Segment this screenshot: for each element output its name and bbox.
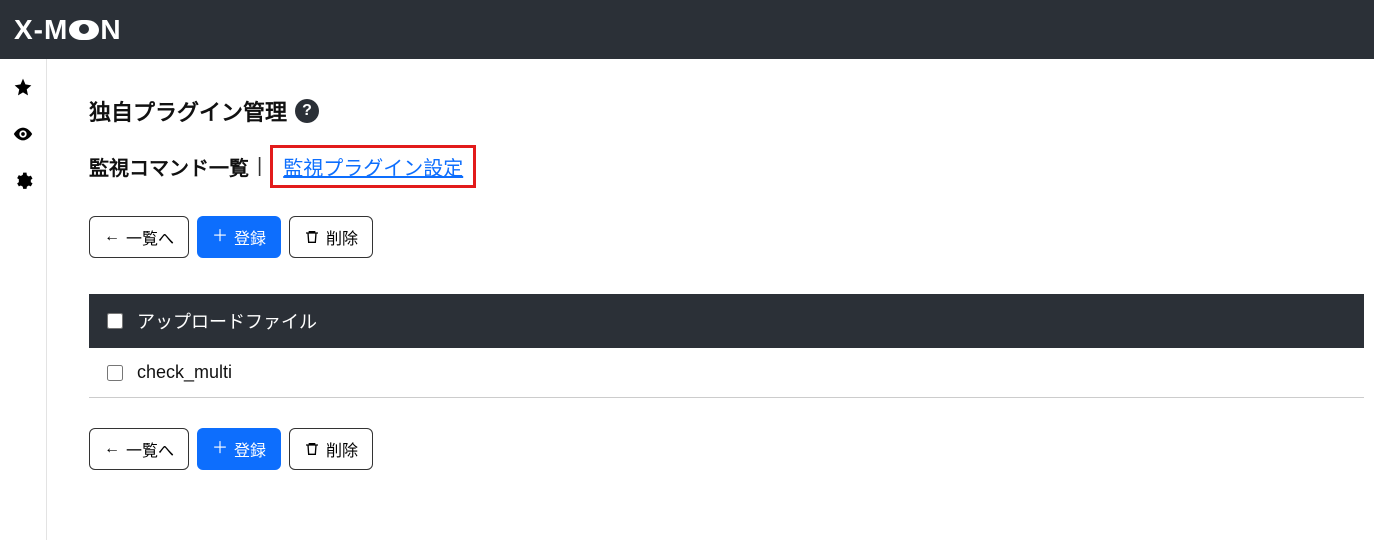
back-button[interactable]: ← 一覧へ: [89, 428, 189, 470]
trash-icon: [304, 229, 320, 245]
sidebar: [0, 59, 47, 540]
register-button-label: 登録: [234, 225, 266, 249]
table-header-label: アップロードファイル: [137, 308, 317, 334]
arrow-left-icon: ←: [104, 229, 120, 245]
logo-text-suffix: N: [100, 14, 121, 46]
eye-icon: [69, 20, 99, 40]
star-icon[interactable]: [13, 77, 33, 97]
delete-button-label: 削除: [326, 225, 358, 249]
toolbar-bottom: ← 一覧へ ＋ 登録 削除: [89, 428, 1364, 470]
breadcrumb: 監視コマンド一覧 | 監視プラグイン設定: [89, 145, 1364, 188]
delete-button[interactable]: 削除: [289, 428, 373, 470]
table-header: アップロードファイル: [89, 294, 1364, 348]
plus-icon: ＋: [212, 441, 228, 457]
back-button-label: 一覧へ: [126, 225, 174, 249]
main-content: 独自プラグイン管理 ? 監視コマンド一覧 | 監視プラグイン設定 ← 一覧へ ＋…: [47, 59, 1374, 540]
file-table: アップロードファイル check_multi: [89, 294, 1364, 398]
toolbar-top: ← 一覧へ ＋ 登録 削除: [89, 216, 1364, 258]
help-icon[interactable]: ?: [295, 99, 319, 123]
register-button-label: 登録: [234, 437, 266, 461]
trash-icon: [304, 441, 320, 457]
back-button-label: 一覧へ: [126, 437, 174, 461]
logo-text-prefix: X-M: [14, 14, 68, 46]
gear-icon[interactable]: [13, 171, 33, 191]
table-row: check_multi: [89, 348, 1364, 398]
delete-button-label: 削除: [326, 437, 358, 461]
app-logo: X-M N: [14, 14, 122, 46]
topbar: X-M N: [0, 0, 1374, 59]
arrow-left-icon: ←: [104, 441, 120, 457]
breadcrumb-current: 監視コマンド一覧: [89, 152, 249, 181]
delete-button[interactable]: 削除: [289, 216, 373, 258]
register-button[interactable]: ＋ 登録: [197, 216, 281, 258]
register-button[interactable]: ＋ 登録: [197, 428, 281, 470]
breadcrumb-link-plugin-settings[interactable]: 監視プラグイン設定: [270, 145, 476, 188]
back-button[interactable]: ← 一覧へ: [89, 216, 189, 258]
eye-icon[interactable]: [12, 123, 34, 145]
page-title: 独自プラグイン管理: [89, 95, 287, 127]
plus-icon: ＋: [212, 229, 228, 245]
select-all-checkbox[interactable]: [107, 313, 123, 329]
breadcrumb-divider: |: [257, 155, 262, 178]
row-filename: check_multi: [137, 362, 232, 383]
row-checkbox[interactable]: [107, 365, 123, 381]
